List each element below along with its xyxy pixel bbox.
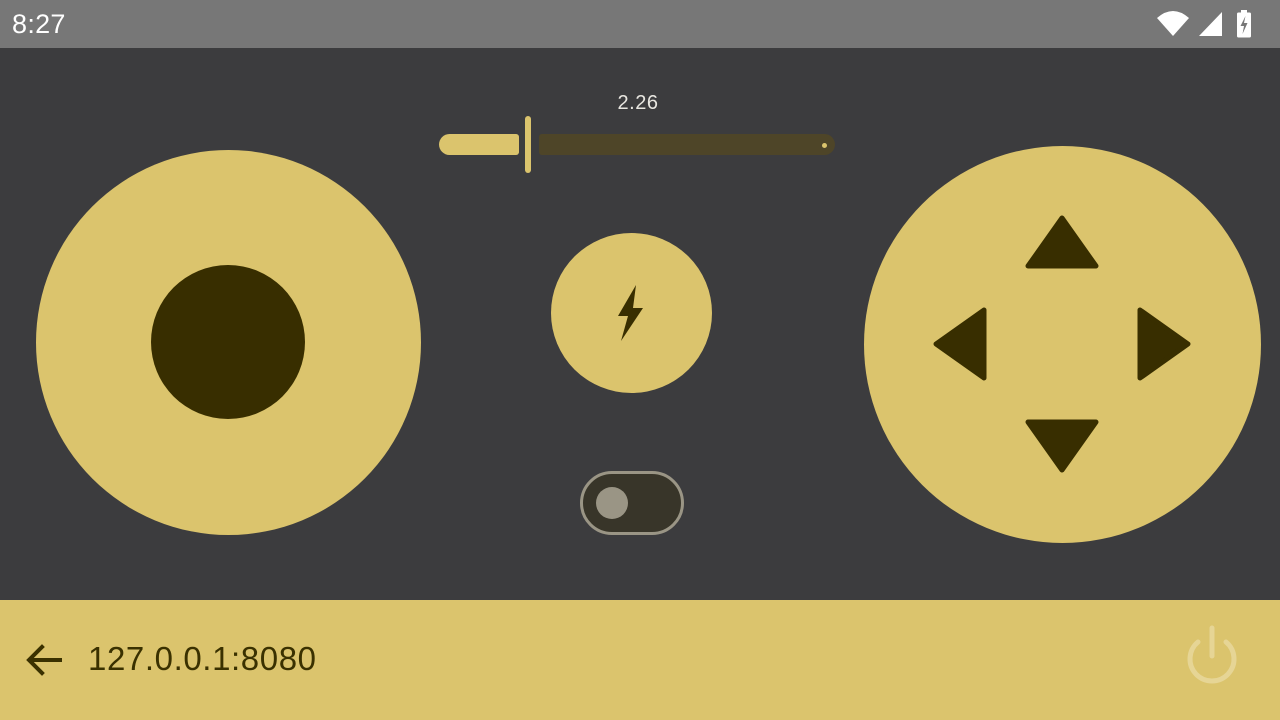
joystick[interactable]	[36, 150, 421, 535]
arrow-back-icon	[26, 644, 62, 676]
battery-charging-icon	[1236, 10, 1252, 43]
joystick-knob[interactable]	[151, 265, 305, 419]
toggle-knob[interactable]	[596, 487, 628, 519]
cellular-signal-icon	[1198, 10, 1224, 43]
slider-value-label: 2.26	[617, 92, 659, 114]
mode-toggle[interactable]	[580, 471, 684, 535]
slider-thumb[interactable]	[525, 116, 531, 173]
server-address: 127.0.0.1:8080	[88, 640, 317, 677]
left-arrow-icon[interactable]	[932, 306, 990, 382]
up-arrow-icon[interactable]	[1024, 214, 1100, 272]
bottom-bar: 127.0.0.1:8080	[0, 600, 1280, 720]
controller-area: 2.26	[0, 48, 1280, 600]
turbo-button[interactable]	[551, 233, 712, 393]
slider-active-track[interactable]	[439, 134, 519, 155]
wifi-icon	[1156, 10, 1190, 43]
lightning-bolt-icon	[618, 285, 643, 341]
down-arrow-icon[interactable]	[1024, 416, 1100, 474]
power-button[interactable]	[1176, 622, 1248, 694]
dpad	[864, 146, 1261, 543]
back-button[interactable]	[20, 636, 68, 684]
status-time: 8:27	[12, 9, 66, 39]
right-arrow-icon[interactable]	[1134, 306, 1192, 382]
status-icons	[1156, 10, 1266, 38]
slider-inactive-track[interactable]	[539, 134, 835, 155]
power-icon	[1187, 625, 1237, 684]
status-bar: 8:27	[0, 0, 1280, 48]
slider-stop-indicator	[822, 143, 827, 148]
